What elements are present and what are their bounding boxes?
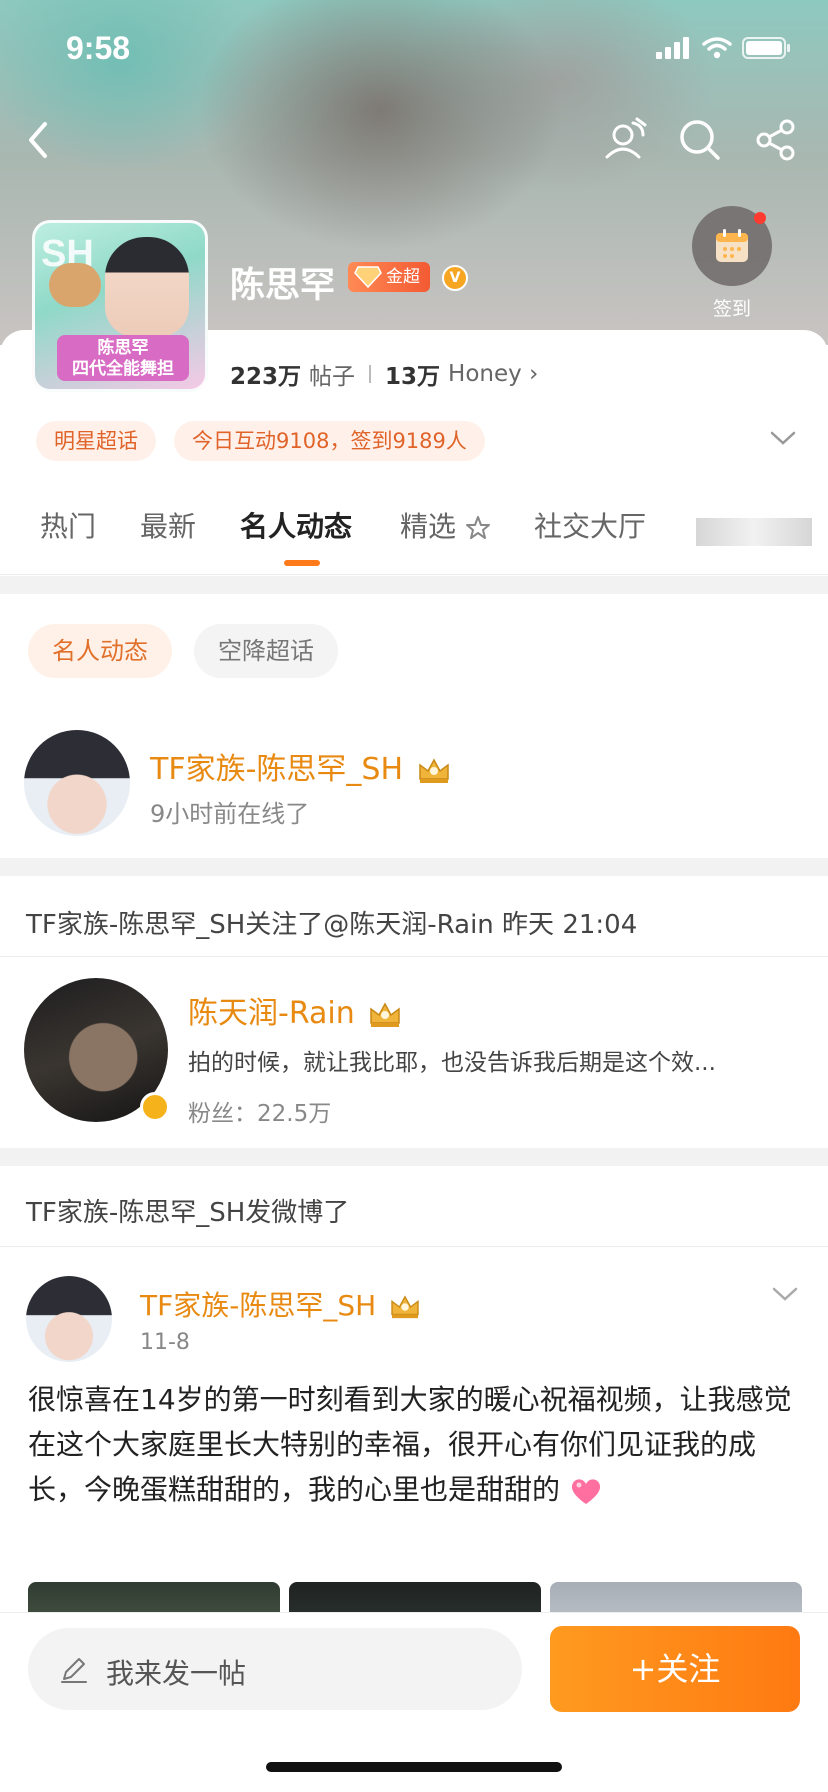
- chip-today-activity[interactable]: 今日互动9108，签到9189人: [174, 421, 485, 461]
- topic-chips: 明星超话 今日互动9108，签到9189人: [36, 421, 485, 461]
- tab-celebrity[interactable]: 名人动态: [240, 505, 352, 545]
- status-time: 9:58: [66, 30, 131, 66]
- crown-icon: [370, 1001, 401, 1027]
- compose-placeholder: 我来发一帖: [106, 1657, 247, 1690]
- signal-icon: [656, 37, 689, 59]
- checkin-button[interactable]: [692, 206, 772, 286]
- avatar-face-shape: [105, 237, 189, 337]
- crown-icon: [391, 1295, 419, 1319]
- avatar-banner-line1: 陈思罕: [97, 338, 149, 358]
- user-chat-icon: [605, 117, 647, 159]
- post-author-avatar[interactable]: [26, 1276, 112, 1362]
- back-button[interactable]: [10, 112, 66, 168]
- section-gap: [0, 858, 828, 876]
- search-icon: [680, 120, 720, 160]
- members-button[interactable]: [598, 112, 654, 168]
- event-divider: [0, 1246, 828, 1247]
- section-gap: [0, 1148, 828, 1166]
- follow-button[interactable]: +关注: [550, 1626, 800, 1712]
- follow-event-header: TF家族-陈思罕_SH关注了@陈天润-Rain 昨天 21:04: [26, 910, 638, 940]
- filter-airdrop[interactable]: 空降超话: [194, 624, 338, 678]
- post-body: 很惊喜在14岁的第一时刻看到大家的暖心祝福视频，让我感觉在这个大家庭里长大特别的…: [28, 1377, 798, 1512]
- followed-user-name-row[interactable]: 陈天润-Rain: [188, 988, 402, 1032]
- avatar-banner-line2: 四代全能舞担: [72, 359, 174, 379]
- share-button[interactable]: [748, 112, 804, 168]
- filter-celebrity[interactable]: 名人动态: [28, 624, 172, 678]
- tab-hot[interactable]: 热门: [40, 505, 96, 545]
- followed-user-bio: 拍的时候，就让我比耶，也没告诉我后期是这个效...: [188, 1050, 716, 1076]
- pencil-icon: [61, 1658, 87, 1683]
- post-author-name: TF家族-陈思罕_SH: [140, 1289, 377, 1322]
- section-gap: [0, 576, 828, 594]
- status-icons: [656, 36, 792, 60]
- posts-count: 223万: [230, 364, 302, 390]
- post-event-header: TF家族-陈思罕_SH发微博了: [26, 1198, 350, 1228]
- avatar-dog-shape: [49, 263, 101, 307]
- event-divider: [0, 956, 828, 957]
- topic-title: 陈思罕: [230, 266, 336, 306]
- topic-stats: 223万 帖子 13万 Honey ›: [230, 357, 538, 391]
- fans-label: Honey: [448, 361, 522, 387]
- chevron-down-icon: [770, 431, 796, 445]
- post-menu-button[interactable]: [772, 1286, 798, 1306]
- post-text: 很惊喜在14岁的第一时刻看到大家的暖心祝福视频，让我感觉在这个大家庭里长大特别的…: [28, 1383, 792, 1506]
- celebrity-name: TF家族-陈思罕_SH: [150, 752, 404, 787]
- tabs-divider: [0, 574, 828, 575]
- back-icon: [29, 122, 47, 158]
- stats-divider: [369, 365, 372, 383]
- filter-row: 名人动态 空降超话: [28, 624, 338, 678]
- active-tab-indicator: [284, 560, 320, 566]
- tab-social-hall[interactable]: 社交大厅: [534, 505, 646, 545]
- chevron-right-icon: ›: [529, 361, 539, 387]
- verified-badge-icon: [442, 265, 468, 291]
- status-bar: 9:58: [0, 0, 828, 100]
- followed-user-fans: 粉丝：22.5万: [188, 1101, 332, 1127]
- gold-super-badge[interactable]: 金超: [348, 262, 430, 292]
- celebrity-avatar[interactable]: [24, 730, 130, 836]
- calendar-icon: [716, 229, 748, 262]
- star-icon: [465, 516, 490, 539]
- checkin-label: 签到: [712, 298, 751, 320]
- fans-link[interactable]: Honey ›: [448, 361, 538, 387]
- verified-badge-icon: [140, 1092, 170, 1122]
- chip-star-topic[interactable]: 明星超话: [36, 421, 156, 461]
- heart-emoji-icon: [571, 1479, 600, 1504]
- post-author-row[interactable]: TF家族-陈思罕_SH: [140, 1284, 421, 1324]
- battery-icon: [742, 37, 790, 59]
- tab-overflow-blur: [696, 518, 812, 546]
- share-icon: [756, 119, 795, 161]
- celebrity-online-status: 9小时前在线了: [150, 800, 310, 828]
- topic-avatar[interactable]: SH 陈思罕 四代全能舞担: [32, 220, 208, 392]
- tab-featured-label: 精选: [400, 510, 457, 543]
- tab-latest[interactable]: 最新: [140, 505, 196, 545]
- diamond-icon: [354, 266, 382, 289]
- compose-input[interactable]: 我来发一帖: [28, 1628, 522, 1710]
- post-date: 11-8: [140, 1330, 190, 1355]
- notification-dot: [754, 212, 766, 224]
- celebrity-name-row[interactable]: TF家族-陈思罕_SH: [150, 744, 451, 788]
- posts-label: 帖子: [309, 364, 356, 390]
- gold-super-badge-label: 金超: [386, 267, 420, 287]
- tab-featured[interactable]: 精选: [400, 505, 491, 545]
- fans-count: 13万: [385, 364, 441, 390]
- chevron-down-icon: [772, 1287, 798, 1301]
- expand-button[interactable]: [770, 430, 796, 450]
- followed-user-name: 陈天润-Rain: [188, 996, 355, 1031]
- home-indicator: [266, 1762, 562, 1772]
- search-button[interactable]: [672, 112, 728, 168]
- avatar-banner: 陈思罕 四代全能舞担: [57, 335, 189, 381]
- wifi-icon: [702, 37, 732, 59]
- crown-icon: [418, 757, 449, 783]
